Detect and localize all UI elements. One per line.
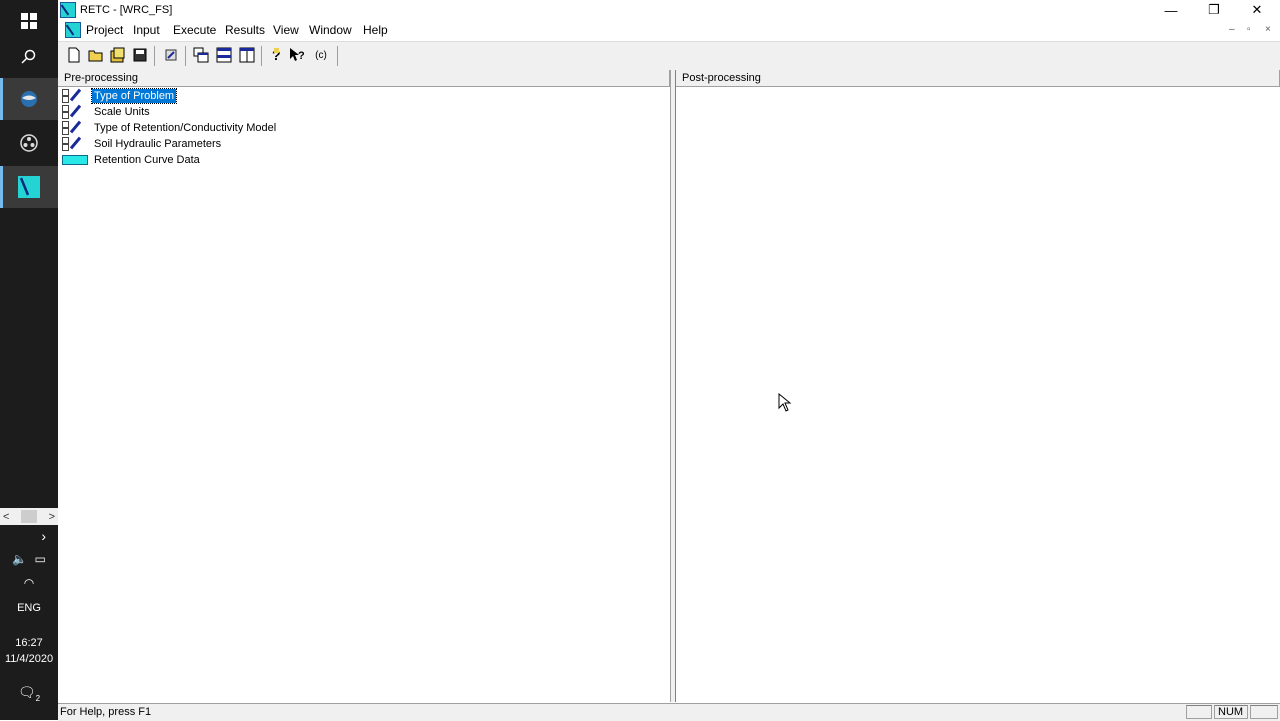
show-hidden-icons-chevron-icon[interactable]: › xyxy=(0,528,58,544)
postprocessing-pane: Post-processing xyxy=(676,70,1280,702)
toolbar-separator xyxy=(261,46,262,66)
language-indicator[interactable]: ENG xyxy=(0,602,58,614)
status-help-text: For Help, press F1 xyxy=(60,706,152,718)
postprocessing-header: Post-processing xyxy=(676,70,1280,87)
taskbar-app-globe[interactable] xyxy=(0,78,58,120)
menu-window[interactable]: Window xyxy=(309,23,352,37)
tile-horizontal-icon xyxy=(216,47,232,63)
taskbar-app-retc[interactable] xyxy=(0,166,58,208)
edit-item-icon xyxy=(62,136,88,151)
mouse-cursor-icon xyxy=(778,393,792,412)
notification-icon: 🗨 xyxy=(17,684,36,700)
preprocessing-header: Pre-processing xyxy=(58,70,670,87)
help-topics-icon: ? xyxy=(272,47,281,63)
windows-icon xyxy=(21,13,37,29)
save-button[interactable] xyxy=(131,46,149,64)
mdi-minimize-button[interactable]: – xyxy=(1229,24,1235,35)
retc-app-icon xyxy=(18,176,40,198)
restore-button[interactable]: ❐ xyxy=(1192,0,1236,20)
menu-bar: Project Input Execute Results View Windo… xyxy=(58,21,1280,40)
toolbar-separator xyxy=(185,46,186,66)
open-project-icon xyxy=(110,47,125,63)
clock-date[interactable]: 11/4/2020 xyxy=(0,653,58,665)
menu-view[interactable]: View xyxy=(273,23,299,37)
scroll-right-icon[interactable]: > xyxy=(46,511,58,523)
tree-item-label: Retention Curve Data xyxy=(94,154,200,166)
edit-item-icon xyxy=(62,120,88,135)
close-button[interactable]: ✕ xyxy=(1235,0,1279,20)
context-help-icon: ? xyxy=(290,48,305,62)
data-table-icon xyxy=(62,155,88,165)
title-bar[interactable]: RETC - [WRC_FS] — ❐ ✕ xyxy=(58,0,1280,20)
tile-vertical-icon xyxy=(239,47,255,63)
tree-item-label: Soil Hydraulic Parameters xyxy=(94,138,222,150)
mdi-child-icon[interactable] xyxy=(65,22,81,38)
menu-project[interactable]: Project xyxy=(86,23,123,37)
open-button[interactable] xyxy=(87,46,105,64)
retc-app-icon[interactable] xyxy=(60,2,76,18)
tree-item-label: Scale Units xyxy=(94,106,150,118)
new-file-button[interactable] xyxy=(65,46,83,64)
tree-item-soil-hydraulic-parameters[interactable]: Soil Hydraulic Parameters xyxy=(62,136,223,152)
menu-execute[interactable]: Execute xyxy=(173,23,216,37)
toolbar-separator xyxy=(337,46,338,66)
close-icon: ✕ xyxy=(1251,2,1263,17)
help-button[interactable]: ? xyxy=(267,46,285,64)
about-button[interactable]: (c) xyxy=(312,46,330,64)
mdi-close-button[interactable]: × xyxy=(1265,24,1271,35)
status-bar: For Help, press F1 NUM xyxy=(58,703,1280,721)
menu-input[interactable]: Input xyxy=(133,23,160,37)
battery-icon[interactable]: ▭ xyxy=(34,552,45,566)
retc-window: RETC - [WRC_FS] — ❐ ✕ Project Input Exec… xyxy=(58,0,1280,721)
search-icon xyxy=(21,49,36,64)
about-icon: (c) xyxy=(315,49,327,61)
cascade-windows-icon xyxy=(193,47,209,63)
globe-app-icon xyxy=(21,91,37,107)
cascade-button[interactable] xyxy=(192,46,210,64)
taskbar: < > › 🔈 ▭ ◠ ENG 16:27 11/4/2020 🗨2 xyxy=(0,0,58,720)
scroll-left-icon[interactable]: < xyxy=(0,511,12,523)
taskbar-app-obs[interactable] xyxy=(0,122,58,164)
open-project-button[interactable] xyxy=(109,46,127,64)
network-icon[interactable]: ◠ xyxy=(0,576,58,590)
record-app-icon xyxy=(20,134,38,152)
svg-text:?: ? xyxy=(298,50,305,62)
window-title: RETC - [WRC_FS] xyxy=(80,4,173,16)
tile-vertical-button[interactable] xyxy=(238,46,256,64)
tree-item-label: Type of Retention/Conductivity Model xyxy=(94,122,277,134)
open-folder-icon xyxy=(88,50,103,62)
run-button[interactable] xyxy=(162,46,180,64)
search-button[interactable] xyxy=(0,36,58,78)
minimize-button[interactable]: — xyxy=(1149,0,1193,20)
minimize-icon: — xyxy=(1164,2,1178,18)
tree-item-retention-curve-data[interactable]: Retention Curve Data xyxy=(62,152,202,168)
toolbar: ? ? (c) xyxy=(58,41,1280,71)
status-cell-scroll xyxy=(1250,705,1278,719)
taskbar-scrollbar[interactable]: < > xyxy=(0,508,58,525)
clock-time[interactable]: 16:27 xyxy=(0,637,58,649)
mdi-restore-button[interactable]: ▫ xyxy=(1247,24,1251,35)
tree-item-scale-units[interactable]: Scale Units xyxy=(62,104,152,120)
notification-count: 2 xyxy=(35,693,41,703)
menu-help[interactable]: Help xyxy=(363,23,388,37)
edit-item-icon xyxy=(62,88,88,103)
new-file-icon xyxy=(68,47,80,63)
toolbar-separator xyxy=(154,46,155,66)
status-cell-caps xyxy=(1186,705,1212,719)
run-icon xyxy=(165,49,177,61)
status-num-indicator: NUM xyxy=(1214,705,1248,719)
action-center-button[interactable]: 🗨2 xyxy=(0,684,58,703)
volume-icon[interactable]: 🔈 xyxy=(12,552,27,566)
edit-item-icon xyxy=(62,104,88,119)
scroll-thumb[interactable] xyxy=(21,510,37,523)
menu-results[interactable]: Results xyxy=(225,23,265,37)
tree-item-label: Type of Problem xyxy=(90,88,178,104)
tree-item-retention-model[interactable]: Type of Retention/Conductivity Model xyxy=(62,120,278,136)
context-help-button[interactable]: ? xyxy=(289,46,307,64)
restore-icon: ❐ xyxy=(1208,2,1220,17)
save-icon xyxy=(133,48,147,62)
preprocessing-pane: Pre-processing Type of Problem Scale Uni… xyxy=(58,70,670,702)
tile-horizontal-button[interactable] xyxy=(215,46,233,64)
tree-item-type-of-problem[interactable]: Type of Problem xyxy=(62,88,178,104)
